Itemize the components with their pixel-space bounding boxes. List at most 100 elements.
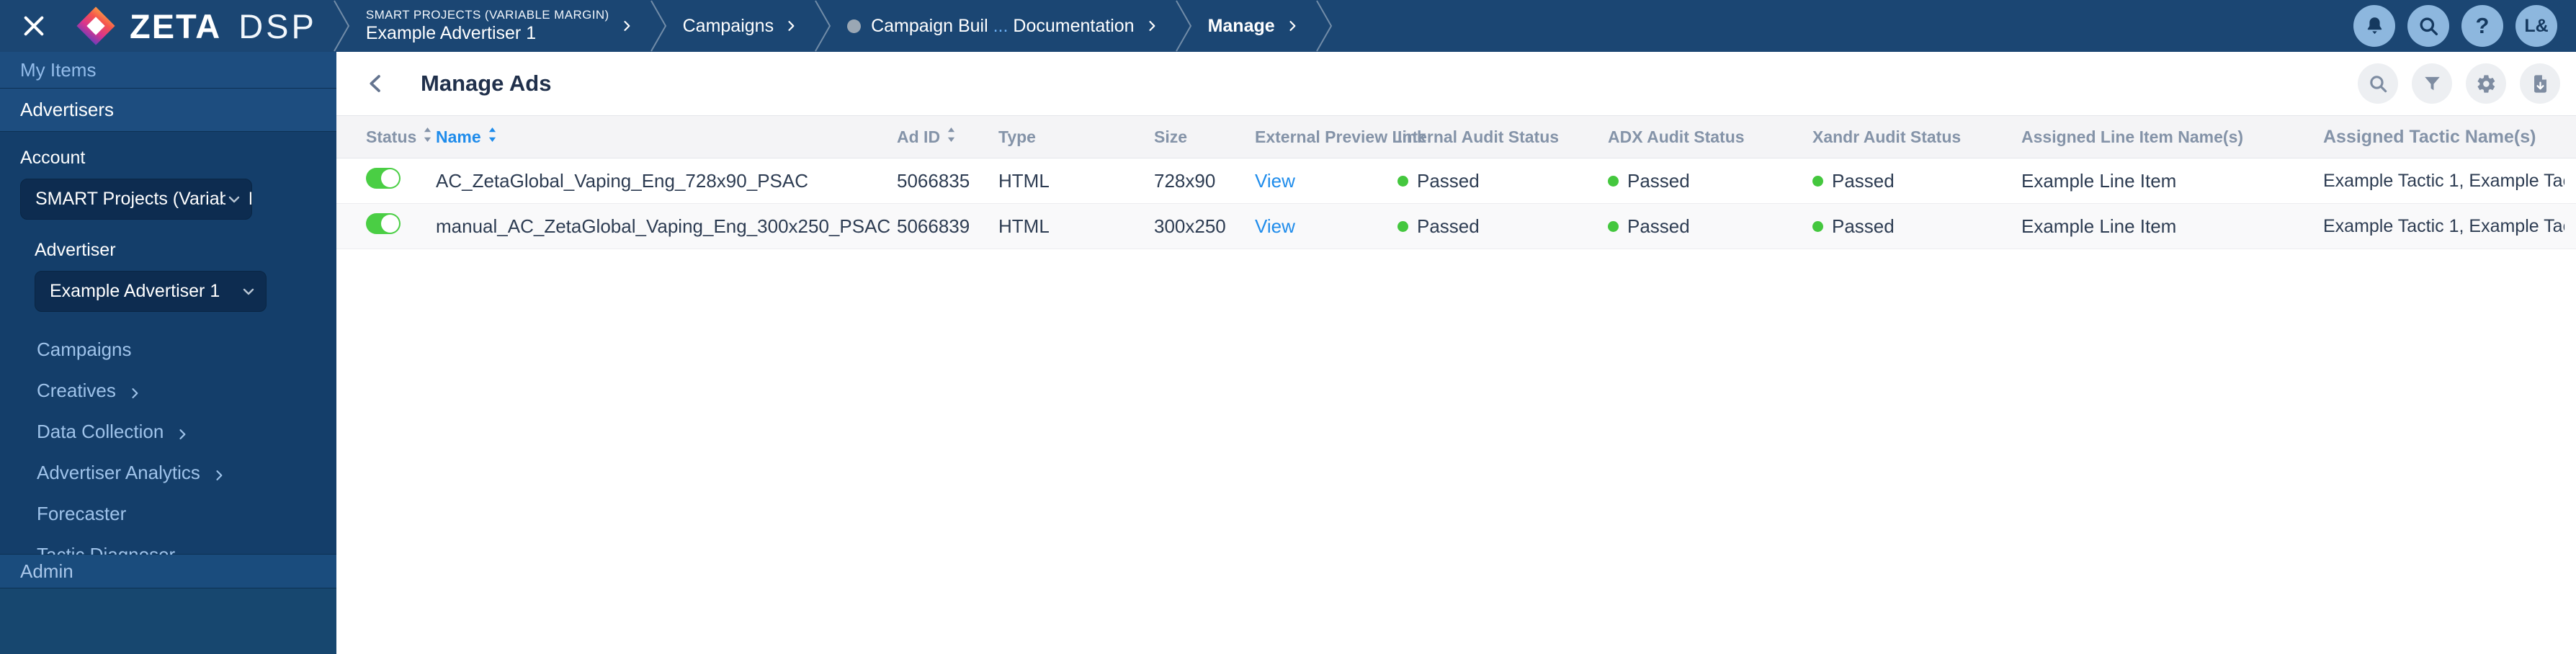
ad-name-cell: AC_ZetaGlobal_Vaping_Eng_728x90_PSAC bbox=[436, 169, 808, 192]
sidebar-item-creatives[interactable]: Creatives bbox=[0, 370, 336, 411]
chevron-right-icon bbox=[212, 465, 228, 481]
advertiser-label: Advertiser bbox=[35, 240, 116, 260]
breadcrumb-separator bbox=[814, 0, 831, 52]
column-header-size: Size bbox=[1154, 127, 1255, 147]
status-text: Passed bbox=[1832, 169, 1895, 192]
status-cell-toggle bbox=[366, 213, 436, 239]
page-header: Manage Ads bbox=[336, 52, 2576, 115]
account-button[interactable]: L& bbox=[2515, 5, 2557, 47]
breadcrumb-item-campaigns[interactable]: Campaigns bbox=[683, 16, 798, 37]
breadcrumb-eyebrow: SMART PROJECTS (VARIABLE MARGIN) bbox=[365, 7, 609, 22]
status-text: Passed bbox=[1627, 169, 1690, 192]
preview-link-cell: View bbox=[1255, 215, 1397, 238]
status-toggle[interactable] bbox=[366, 168, 401, 189]
line-item-names-cell: Example Line Item bbox=[2021, 215, 2177, 237]
top-bar: ZETA DSP SMART PROJECTS (VARIABLE MARGIN… bbox=[0, 0, 2576, 52]
line-item-names-cell: Example Line Item bbox=[2021, 169, 2177, 192]
page-title: Manage Ads bbox=[421, 71, 552, 96]
column-header-label: Assigned Tactic Name(s) bbox=[2323, 126, 2536, 147]
export-button[interactable] bbox=[2520, 63, 2560, 104]
column-header-name[interactable]: Name bbox=[436, 127, 897, 147]
breadcrumb-two-line: SMART PROJECTS (VARIABLE MARGIN) Example … bbox=[366, 7, 609, 45]
sidebar-item-admin[interactable]: Admin bbox=[0, 555, 336, 588]
advertiser-select-value: Example Advertiser 1 bbox=[50, 281, 220, 301]
account-select[interactable]: SMART Projects (Variable M... bbox=[20, 179, 252, 220]
status-dot-icon bbox=[1397, 220, 1408, 232]
chevron-right-icon bbox=[175, 424, 191, 440]
breadcrumb-label-prefix: Campaign Buil bbox=[871, 15, 993, 36]
notifications-button[interactable] bbox=[2353, 5, 2395, 47]
account-select-value: SMART Projects (Variable M... bbox=[35, 189, 251, 209]
settings-button[interactable] bbox=[2466, 63, 2506, 104]
breadcrumb-label-suffix: Documentation bbox=[1008, 15, 1135, 36]
ads-table-body: AC_ZetaGlobal_Vaping_Eng_728x90_PSAC 5066… bbox=[336, 158, 2576, 249]
table-row: AC_ZetaGlobal_Vaping_Eng_728x90_PSAC 5066… bbox=[336, 158, 2576, 204]
status-dot-icon bbox=[1397, 175, 1408, 187]
topbar-actions: ? L& bbox=[2353, 5, 2557, 47]
ad-name-cell: manual_AC_ZetaGlobal_Vaping_Eng_300x250_… bbox=[436, 215, 891, 237]
help-button[interactable]: ? bbox=[2461, 5, 2503, 47]
breadcrumb: SMART PROJECTS (VARIABLE MARGIN) Example … bbox=[333, 0, 1333, 52]
column-header-label: Assigned Line Item Name(s) bbox=[2021, 127, 2244, 146]
admin-label: Admin bbox=[20, 560, 73, 582]
filter-button[interactable] bbox=[2412, 63, 2452, 104]
column-header-ad-id[interactable]: Ad ID bbox=[897, 127, 998, 147]
status-dot-icon bbox=[1608, 175, 1619, 187]
column-header-external-preview-link: External Preview Link bbox=[1255, 127, 1426, 147]
breadcrumb-label: Example Advertiser 1 bbox=[365, 23, 537, 43]
sidebar-item-advertisers[interactable]: Advertisers bbox=[0, 89, 336, 132]
status-dot-icon bbox=[1812, 175, 1823, 187]
sidebar-item-data-collection[interactable]: Data Collection bbox=[0, 411, 336, 452]
column-header-xandr-audit-status: Xandr Audit Status bbox=[1812, 127, 2021, 147]
chevron-down-icon bbox=[225, 190, 243, 208]
filter-icon bbox=[2424, 76, 2440, 90]
adx-audit-status-cell: Passed bbox=[1608, 170, 1812, 192]
chevron-right-icon bbox=[784, 19, 798, 33]
my-items-label: My Items bbox=[20, 58, 97, 81]
chevron-right-icon bbox=[1145, 19, 1159, 33]
column-header-assigned-tactic-name-s-: Assigned Tactic Name(s) bbox=[2323, 127, 2564, 148]
status-text: Passed bbox=[1417, 169, 1480, 192]
sidebar-item-my-items[interactable]: My Items bbox=[0, 52, 336, 89]
chevron-left-icon bbox=[370, 75, 380, 92]
breadcrumb-item-example-advertiser-1[interactable]: SMART PROJECTS (VARIABLE MARGIN) Example … bbox=[366, 7, 634, 45]
breadcrumb-label: Manage bbox=[1207, 15, 1275, 36]
help-icon: ? bbox=[2475, 13, 2490, 38]
sidebar-item-forecaster[interactable]: Forecaster bbox=[0, 493, 336, 534]
close-icon[interactable] bbox=[19, 11, 49, 41]
search-icon bbox=[2369, 75, 2387, 92]
preview-link-cell: View bbox=[1255, 170, 1397, 192]
sidebar-item-advertiser-analytics[interactable]: Advertiser Analytics bbox=[0, 452, 336, 493]
column-header-label: Status bbox=[366, 127, 417, 146]
sidebar-item-campaigns[interactable]: Campaigns bbox=[0, 329, 336, 370]
sidebar-middle-section: Account SMART Projects (Variable M... Ad… bbox=[0, 132, 336, 565]
search-button[interactable] bbox=[2407, 5, 2449, 47]
column-header-status[interactable]: Status bbox=[366, 127, 436, 147]
search-button[interactable] bbox=[2358, 63, 2398, 104]
chevron-right-icon bbox=[128, 383, 143, 399]
ad-size-cell: 728x90 bbox=[1154, 169, 1216, 192]
breadcrumb-item-manage[interactable]: Manage bbox=[1208, 16, 1300, 37]
back-button[interactable] bbox=[360, 68, 392, 99]
chevron-right-icon bbox=[1285, 19, 1300, 33]
breadcrumb-separator bbox=[1315, 0, 1333, 52]
breadcrumb-item-campaign-buil[interactable]: Campaign Buil ... Documentation bbox=[847, 16, 1158, 37]
internal-audit-status-cell: Passed bbox=[1397, 215, 1608, 238]
breadcrumb-ellipsis: ... bbox=[993, 15, 1009, 36]
advertiser-select[interactable]: Example Advertiser 1 bbox=[35, 271, 267, 312]
sidebar: My Items Advertisers Account SMART Proje… bbox=[0, 52, 336, 654]
avatar: L& bbox=[2524, 15, 2549, 36]
status-toggle[interactable] bbox=[366, 213, 401, 234]
view-link[interactable]: View bbox=[1255, 170, 1295, 192]
search-icon bbox=[2419, 17, 2438, 35]
sidebar-nav: Campaigns Creatives Data Collection Adverti… bbox=[0, 329, 336, 575]
ad-size-cell: 300x250 bbox=[1154, 215, 1226, 237]
view-link[interactable]: View bbox=[1255, 215, 1295, 237]
zeta-dsp-logo: ZETA DSP bbox=[75, 5, 317, 47]
breadcrumb-separator bbox=[333, 0, 350, 52]
column-header-type: Type bbox=[998, 127, 1154, 147]
status-text: Passed bbox=[1417, 215, 1480, 237]
chevron-right-icon bbox=[620, 19, 634, 33]
status-text: Passed bbox=[1627, 215, 1690, 237]
toggle-knob bbox=[381, 169, 399, 187]
